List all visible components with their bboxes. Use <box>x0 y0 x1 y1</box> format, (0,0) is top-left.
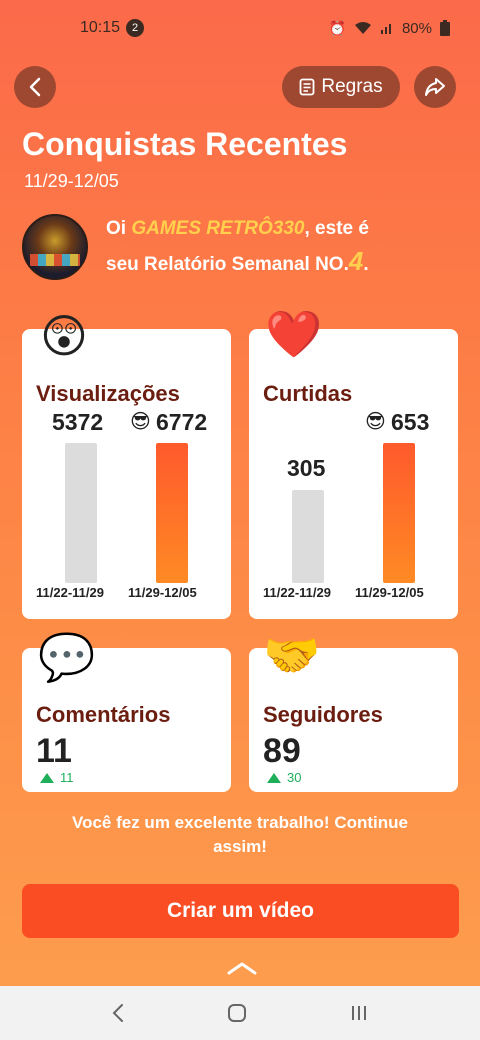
encouragement-line-1: Você fez um excelente trabalho! Continue <box>72 813 408 832</box>
followers-value: 89 <box>263 732 301 770</box>
likes-card: ❤️ Curtidas 😎 653 305 11/22-11/29 11/29-… <box>249 311 458 619</box>
views-curr-bar <box>156 443 188 583</box>
views-prev-value: 5372 <box>52 409 104 435</box>
battery-percent: 80% <box>401 19 432 37</box>
encouragement-text: Você fez um excelente trabalho! Continue… <box>30 811 450 859</box>
signal-icon <box>380 24 391 34</box>
likes-curr-period: 11/29-12/05 <box>355 585 424 600</box>
alarm-icon: ⏰ <box>328 19 346 36</box>
comments-card: 💬 Comentários 11 11 <box>22 634 231 792</box>
likes-label: Curtidas <box>263 381 353 406</box>
document-icon <box>299 78 315 96</box>
wifi-icon <box>354 22 371 34</box>
status-bar: 10:15 2 ⏰ 80% <box>0 0 480 56</box>
followers-delta-value: 30 <box>287 770 302 785</box>
comments-value: 11 <box>36 732 72 770</box>
comments-delta: 11 <box>40 770 74 785</box>
greeting-prefix: Oi <box>106 218 132 239</box>
back-button[interactable] <box>14 66 56 108</box>
views-curr-period: 11/29-12/05 <box>128 585 197 600</box>
views-prev-period: 11/22-11/29 <box>36 585 104 600</box>
avatar[interactable] <box>22 214 88 280</box>
share-icon <box>425 78 445 96</box>
greeting-suffix: , este é <box>304 218 369 239</box>
likes-prev-bar <box>292 490 324 583</box>
up-triangle-icon <box>267 773 281 783</box>
speech-bubble-icon: 💬 <box>38 631 96 683</box>
greeting-text: Oi GAMES RETRÔ330, este é seu Relatório … <box>106 213 369 281</box>
surprised-face-icon: 😲 <box>40 310 88 362</box>
cool-face-icon: 😎 <box>130 411 151 433</box>
avatar-art <box>30 254 80 266</box>
likes-prev-period: 11/22-11/29 <box>263 585 331 600</box>
heart-icon: ❤️ <box>265 308 323 360</box>
comments-label: Comentários <box>36 702 171 727</box>
views-label: Visualizações <box>36 381 180 406</box>
views-prev-bar <box>65 443 97 583</box>
chevron-up-icon[interactable] <box>226 960 258 976</box>
views-curr-value: 6772 <box>156 409 208 435</box>
greeting-line2: seu Relatório Semanal NO. <box>106 254 349 275</box>
system-nav-bar <box>0 986 480 1040</box>
greeting-username: GAMES RETRÔ330 <box>131 218 305 239</box>
followers-card: 🤝 Seguidores 89 30 <box>249 632 458 792</box>
chevron-left-icon <box>29 77 41 97</box>
cool-face-icon: 😎 <box>365 411 386 433</box>
create-video-button[interactable]: Criar um vídeo <box>22 884 459 938</box>
comments-delta-value: 11 <box>60 770 74 785</box>
nav-home-icon[interactable] <box>227 1003 247 1023</box>
likes-curr-value: 653 <box>391 409 430 435</box>
share-button[interactable] <box>414 66 456 108</box>
status-time: 10:15 <box>80 19 121 36</box>
likes-prev-value: 305 <box>287 455 326 481</box>
up-triangle-icon <box>40 773 54 783</box>
notification-count-badge: 2 <box>126 19 145 37</box>
battery-icon <box>440 20 450 36</box>
encouragement-line-2: assim! <box>213 837 267 856</box>
followers-label: Seguidores <box>263 702 383 727</box>
followers-delta: 30 <box>267 770 301 785</box>
report-number: 4 <box>348 246 364 276</box>
nav-recents-icon[interactable] <box>349 1004 369 1022</box>
nav-back-icon[interactable] <box>111 1003 125 1023</box>
page-title: Conquistas Recentes <box>22 126 348 162</box>
date-range: 11/29-12/05 <box>24 171 119 191</box>
rules-label: Regras <box>321 76 383 97</box>
likes-curr-bar <box>383 443 415 583</box>
handshake-icon: 🤝 <box>263 629 321 681</box>
views-card: 😲 Visualizações 5372 😎 6772 11/22-11/29 … <box>22 313 231 619</box>
greeting-end: . <box>363 254 369 275</box>
rules-button[interactable]: Regras <box>282 66 400 108</box>
